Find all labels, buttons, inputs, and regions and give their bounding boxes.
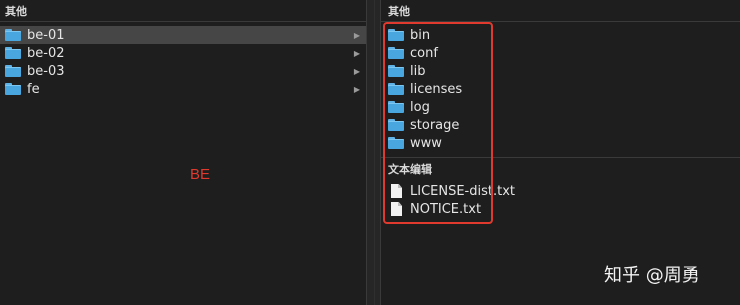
folder-row-fe[interactable]: fe ▶ xyxy=(0,80,366,98)
folder-row-be-01[interactable]: be-01 ▶ xyxy=(0,26,366,44)
chevron-right-icon: ▶ xyxy=(353,30,361,40)
section-header-other-right: 其他 xyxy=(388,5,410,18)
folder-icon xyxy=(5,47,21,59)
folder-icon xyxy=(5,65,21,77)
folder-row-be-03[interactable]: be-03 ▶ xyxy=(0,62,366,80)
folder-label: fe xyxy=(27,81,40,97)
annotation-be-label: BE xyxy=(190,166,211,183)
section-header-other-left: 其他 xyxy=(5,5,27,18)
chevron-right-icon: ▶ xyxy=(353,48,361,58)
annotation-highlight-box xyxy=(383,22,493,224)
folder-label: be-02 xyxy=(27,45,65,61)
finder-window: 其他 be-01 ▶ be-02 ▶ be-03 ▶ fe ▶ BE 其他 bi… xyxy=(0,0,740,305)
column-pane-left: 其他 be-01 ▶ be-02 ▶ be-03 ▶ fe ▶ BE xyxy=(0,0,366,305)
divider-line xyxy=(374,0,375,305)
column-resize-handle[interactable] xyxy=(366,0,381,305)
watermark-text: 知乎 @周勇 xyxy=(604,265,700,286)
chevron-right-icon: ▶ xyxy=(353,66,361,76)
folder-icon xyxy=(5,29,21,41)
folder-label: be-03 xyxy=(27,63,65,79)
header-divider xyxy=(0,21,366,22)
folder-row-be-02[interactable]: be-02 ▶ xyxy=(0,44,366,62)
chevron-right-icon: ▶ xyxy=(353,84,361,94)
folder-icon xyxy=(5,83,21,95)
folder-label: be-01 xyxy=(27,27,65,43)
